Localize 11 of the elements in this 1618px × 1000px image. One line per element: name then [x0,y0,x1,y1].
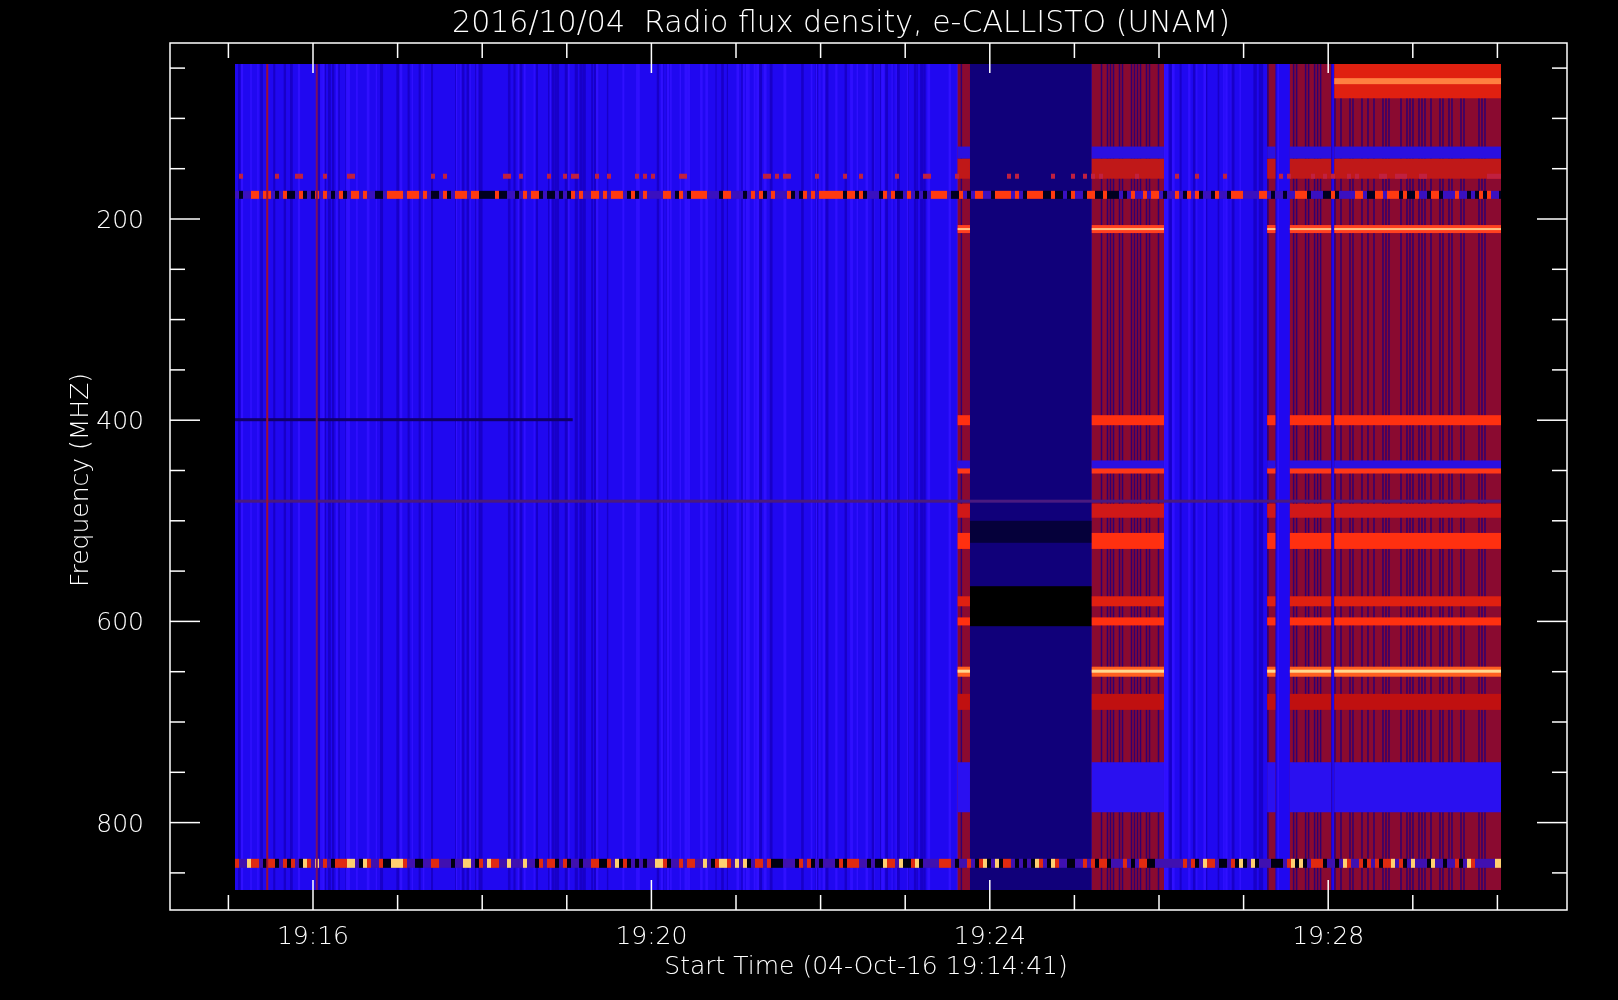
axis-tick-label: 600 [96,607,144,637]
axis-tick-label: 200 [96,205,144,234]
axis-tick-label: 19:20 [615,921,688,950]
x-axis-label: Start Time (04-Oct-16 19:14:41) [664,951,1068,980]
y-axis-label: Frequency (MHZ) [65,372,94,588]
axis-tick-label: 19:28 [1292,921,1365,950]
axis-tick-label: 400 [96,406,144,436]
axis-tick-label: 19:24 [953,921,1026,950]
axis-tick-label: 19:16 [277,921,349,950]
chart-title: 2016/10/04 Radio flux density, e-CALLISTO (UNAM) [452,4,1230,39]
axis-tick-label: 800 [96,808,144,838]
